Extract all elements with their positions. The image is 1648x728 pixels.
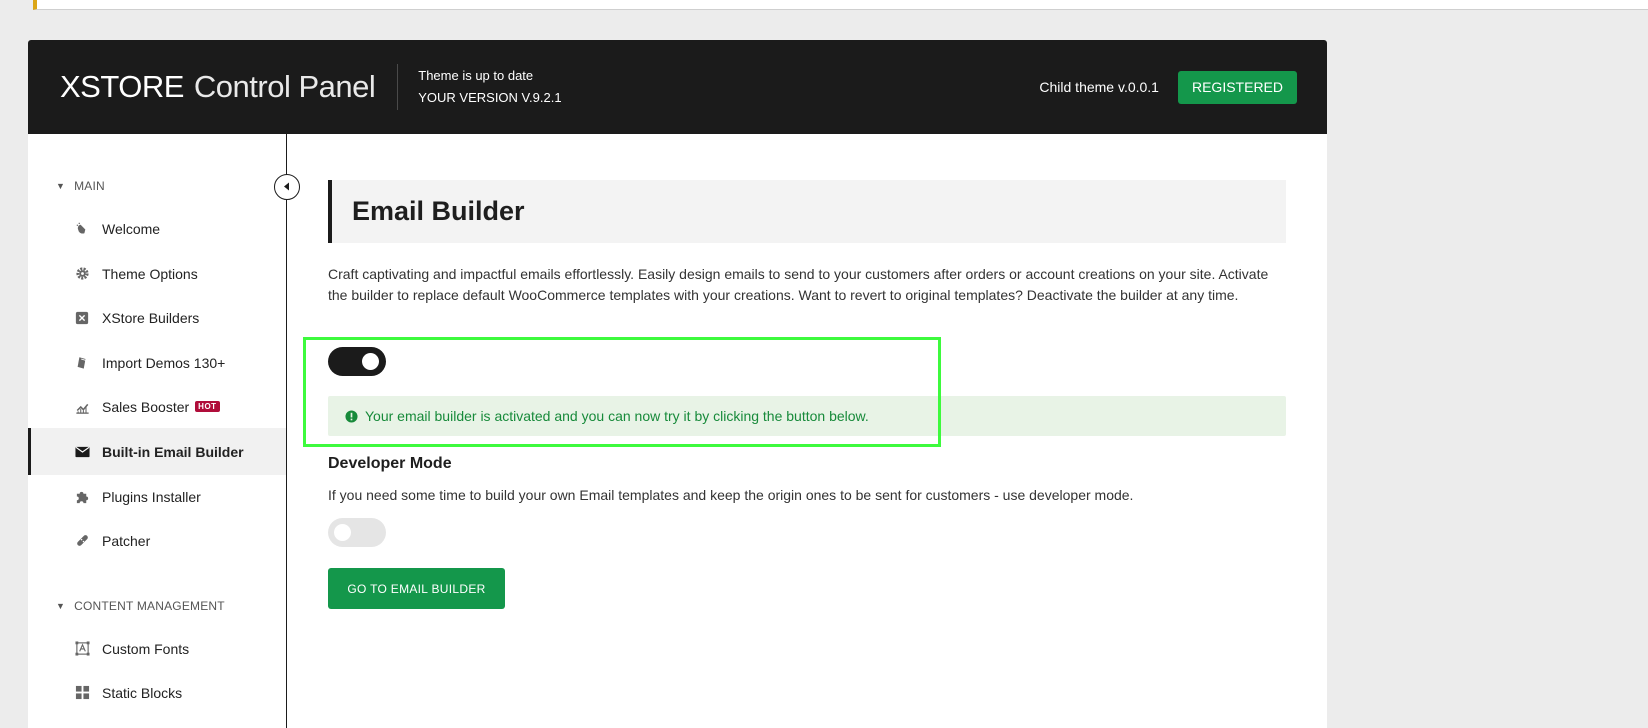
section-content-label: CONTENT MANAGEMENT — [74, 599, 225, 613]
control-panel: XSTORE Control Panel Theme is up to date… — [28, 40, 1327, 728]
developer-mode-description: If you need some time to build your own … — [328, 487, 1134, 503]
sidebar-item-sales-booster[interactable]: Sales Booster HOT — [28, 383, 286, 430]
header-right: Child theme v.0.0.1 REGISTERED — [1039, 70, 1297, 104]
success-message: Your email builder is activated and you … — [365, 408, 869, 424]
font-icon — [74, 641, 90, 657]
sidebar-item-patcher[interactable]: Patcher — [28, 517, 286, 564]
registered-button[interactable]: REGISTERED — [1177, 70, 1297, 104]
envelope-icon — [74, 444, 90, 460]
sidebar-item-custom-fonts[interactable]: Custom Fonts — [28, 625, 286, 672]
email-builder-description: Craft captivating and impactful emails e… — [328, 266, 1269, 303]
go-to-email-builder-button[interactable]: GO TO EMAIL BUILDER — [328, 568, 505, 609]
page-title: Email Builder — [352, 196, 525, 226]
puzzle-icon — [74, 489, 90, 505]
panel-header: XSTORE Control Panel Theme is up to date… — [28, 40, 1327, 134]
header-divider — [397, 64, 399, 110]
exclamation-circle-icon — [345, 409, 358, 423]
sidebar-item-plugins-installer[interactable]: Plugins Installer — [28, 473, 286, 520]
hot-badge: HOT — [195, 401, 220, 412]
theme-status: Theme is up to date — [418, 68, 534, 83]
developer-mode-title: Developer Mode — [328, 455, 452, 472]
sidebar-item-label: XStore Builders — [102, 309, 200, 326]
import-icon — [74, 355, 90, 371]
hand-wave-icon — [74, 221, 90, 237]
child-theme-version: Child theme v.0.0.1 — [1039, 79, 1159, 95]
gear-icon — [74, 266, 90, 282]
page-title-box: Email Builder — [328, 180, 1286, 243]
grid-icon — [74, 685, 90, 701]
panel-body: ▼ MAIN Welcome Theme Options XStore Buil… — [28, 134, 1327, 728]
sidebar-item-label: Static Blocks — [102, 684, 183, 701]
sidebar-item-welcome[interactable]: Welcome — [28, 205, 286, 252]
success-notice: Your email builder is activated and you … — [328, 396, 1286, 436]
sidebar-item-label: Sales Booster — [102, 398, 190, 415]
sidebar-item-label: Plugins Installer — [102, 488, 201, 505]
section-content-management[interactable]: ▼ CONTENT MANAGEMENT — [56, 599, 225, 613]
sidebar-item-label: Welcome — [102, 220, 161, 237]
xstore-builder-icon — [74, 310, 90, 326]
caret-down-icon: ▼ — [56, 601, 66, 611]
version-info: Theme is up to date YOUR VERSION V.9.2.1 — [418, 65, 561, 109]
sidebar-item-label: Patcher — [102, 532, 151, 549]
sidebar-item-static-blocks[interactable]: Static Blocks — [28, 669, 286, 716]
theme-version: YOUR VERSION V.9.2.1 — [418, 90, 562, 105]
sidebar-item-email-builder[interactable]: Built-in Email Builder — [28, 428, 286, 475]
sidebar-item-import-demos[interactable]: Import Demos 130+ — [28, 339, 286, 386]
sidebar: ▼ MAIN Welcome Theme Options XStore Buil… — [28, 134, 287, 728]
sidebar-item-theme-options[interactable]: Theme Options — [28, 250, 286, 297]
toggle-knob — [362, 353, 379, 370]
sidebar-item-label: Built-in Email Builder — [102, 443, 244, 460]
sidebar-item-label: Custom Fonts — [102, 640, 190, 657]
logo: XSTORE Control Panel — [60, 69, 376, 105]
caret-down-icon: ▼ — [56, 181, 66, 191]
logo-brand: XSTORE — [60, 69, 184, 104]
chart-icon — [74, 399, 90, 415]
section-main[interactable]: ▼ MAIN — [56, 179, 105, 193]
section-main-label: MAIN — [74, 179, 105, 193]
email-builder-toggle[interactable] — [328, 347, 386, 376]
sidebar-item-xstore-builders[interactable]: XStore Builders — [28, 294, 286, 341]
toggle-knob — [334, 524, 351, 541]
sidebar-item-label: Import Demos 130+ — [102, 354, 226, 371]
caret-left-icon — [283, 178, 291, 196]
admin-notice-bar — [33, 0, 1648, 10]
developer-mode-toggle[interactable] — [328, 518, 386, 547]
sidebar-collapse-button[interactable] — [274, 174, 300, 200]
bandage-icon — [74, 533, 90, 549]
logo-subtitle: Control Panel — [193, 69, 376, 104]
sidebar-item-label: Theme Options — [102, 265, 198, 282]
